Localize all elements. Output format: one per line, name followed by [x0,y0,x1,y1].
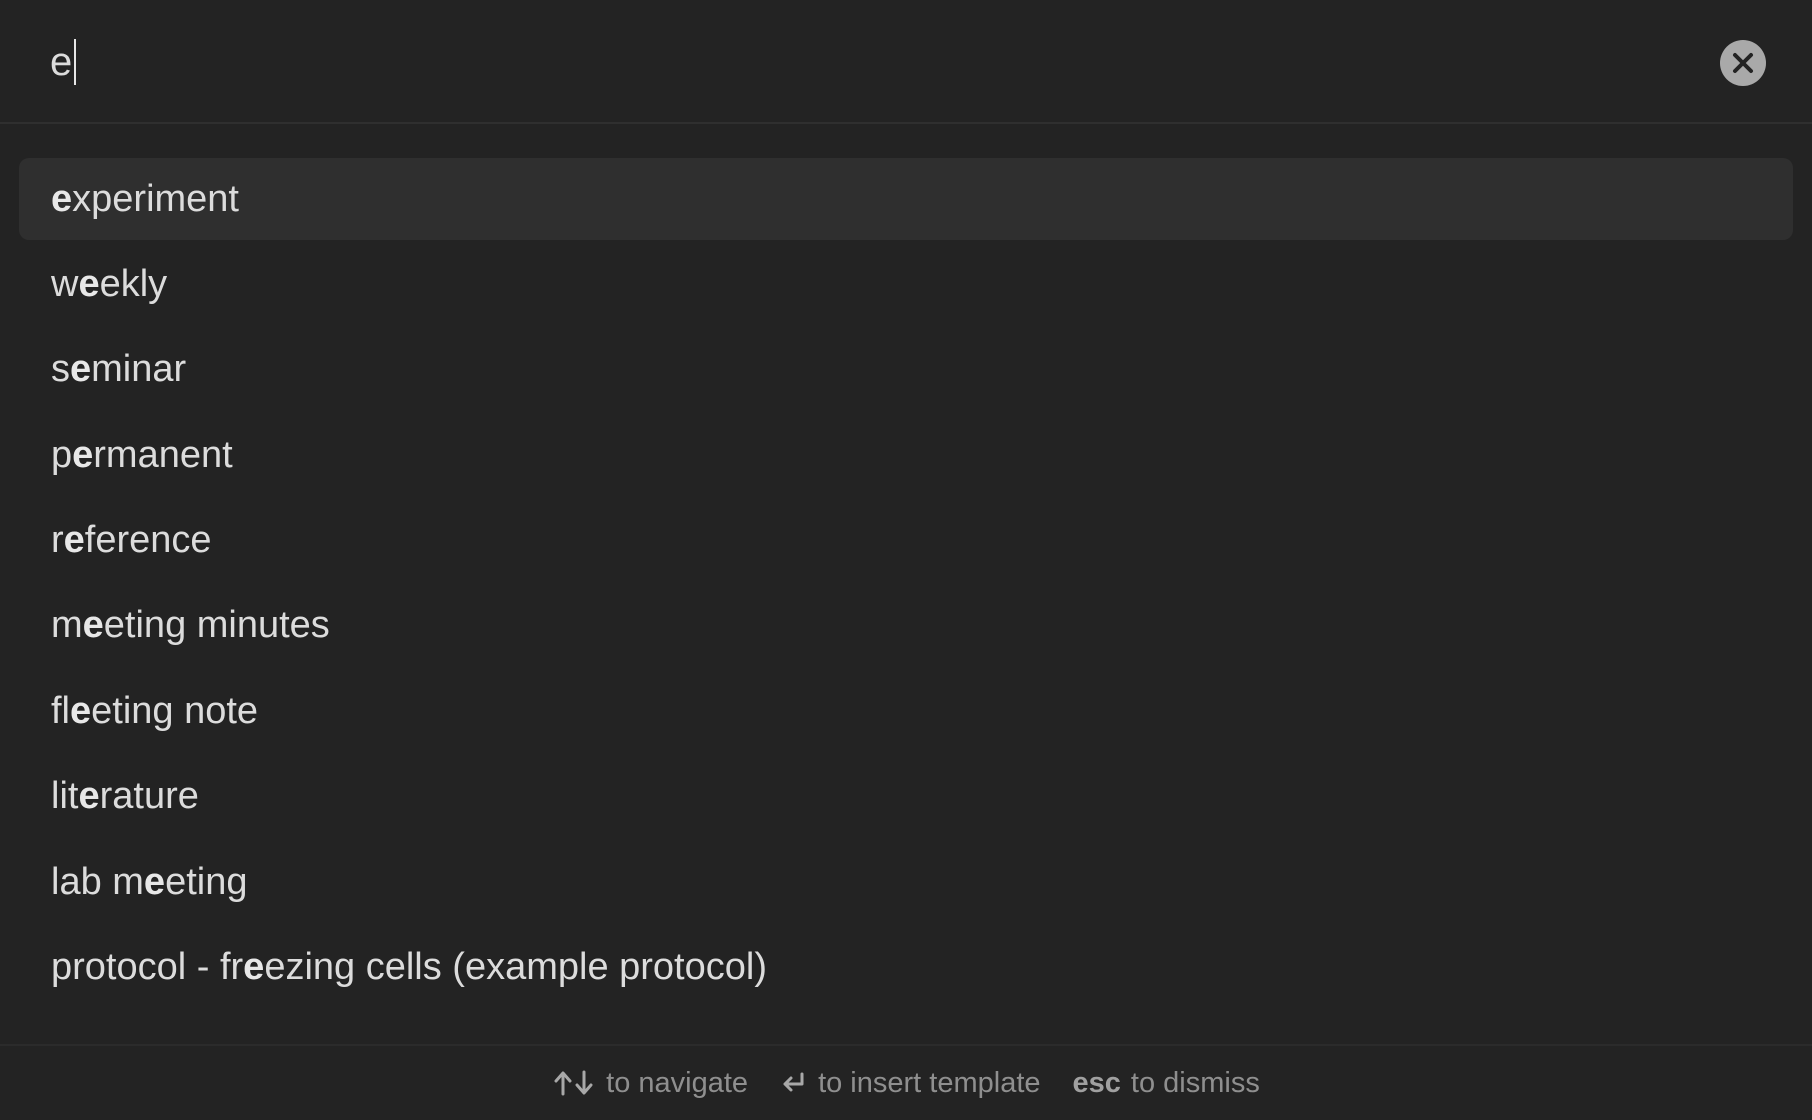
text-caret [73,39,76,85]
suggestion-text-before: r [51,519,64,562]
suggestion-text-before: s [51,348,70,391]
suggestion-match-highlight: e [82,604,104,647]
suggestion-match-highlight: e [143,860,166,903]
suggestion-text-after: ezing cells (example protocol) [264,946,767,989]
suggestion-text-after: eting [165,860,248,903]
suggestion-text-after: eting note [91,689,259,732]
suggestion-text-after: ference [84,519,212,562]
suggestion-text-before: m [51,604,83,647]
search-input[interactable]: e [50,30,76,94]
suggestion-text-after: eting minutes [103,604,330,647]
search-bar: e [0,0,1812,124]
suggestion-match-highlight: e [72,433,94,476]
suggestion-text-before: p [51,433,73,476]
suggestion-text-after: rature [99,775,199,818]
footer-hints: to navigate to insert template esc to di… [0,1044,1812,1120]
suggestion-text-before: fl [51,689,70,732]
suggestion-text-before: protocol - fr [51,946,244,989]
close-icon [1733,53,1753,73]
suggestion-item[interactable]: protocol - fr e ezing cells (example proto… [19,927,1793,1009]
suggestion-match-highlight: e [63,519,85,562]
suggestion-text-after: xperiment [72,177,239,220]
suggestion-list: e xperiment w e ekly s e minar p e rmanent r e ferenc… [19,158,1793,1012]
esc-key-label: esc [1072,1066,1121,1099]
suggestion-item[interactable]: r e ference [19,500,1793,582]
suggestion-match-highlight: e [78,262,100,305]
enter-key-icon [780,1069,808,1097]
suggestion-item[interactable]: p e rmanent [19,414,1793,496]
suggestion-item[interactable]: lab m e eting [19,841,1793,923]
suggestion-text-before: lab m [51,860,144,903]
hint-navigate-label: to navigate [606,1066,749,1099]
suggestion-item[interactable]: fl e eting note [19,670,1793,752]
suggestion-text-before: lit [51,775,79,818]
suggestion-item[interactable]: s e minar [19,329,1793,411]
suggestion-match-highlight: e [70,348,92,391]
suggestion-text-before: w [51,262,79,305]
suggestion-item[interactable]: e xperiment [19,158,1793,240]
template-picker-modal: e e xperiment w e ekly s e minar p e rmanent r e fere… [0,0,1812,1120]
hint-dismiss: esc to dismiss [1073,1067,1260,1100]
arrows-up-down-icon [552,1069,596,1097]
suggestion-text-after: ekly [99,262,168,305]
suggestion-text-after: rmanent [93,433,233,476]
suggestion-item[interactable]: w e ekly [19,243,1793,325]
suggestion-text-after: minar [91,348,187,391]
clear-search-button[interactable] [1720,40,1766,86]
suggestion-match-highlight: e [70,689,92,732]
suggestion-match-highlight: e [243,946,265,989]
suggestion-match-highlight: e [78,775,100,818]
hint-navigate: to navigate [552,1067,748,1100]
suggestion-item[interactable]: m e eting minutes [19,585,1793,667]
hint-insert: to insert template [780,1066,1041,1100]
suggestion-item[interactable]: lit e rature [19,756,1793,838]
search-input-value[interactable]: e [50,40,73,85]
hint-dismiss-label: to dismiss [1130,1066,1260,1099]
hint-insert-label: to insert template [818,1066,1041,1099]
suggestion-match-highlight: e [51,177,73,220]
